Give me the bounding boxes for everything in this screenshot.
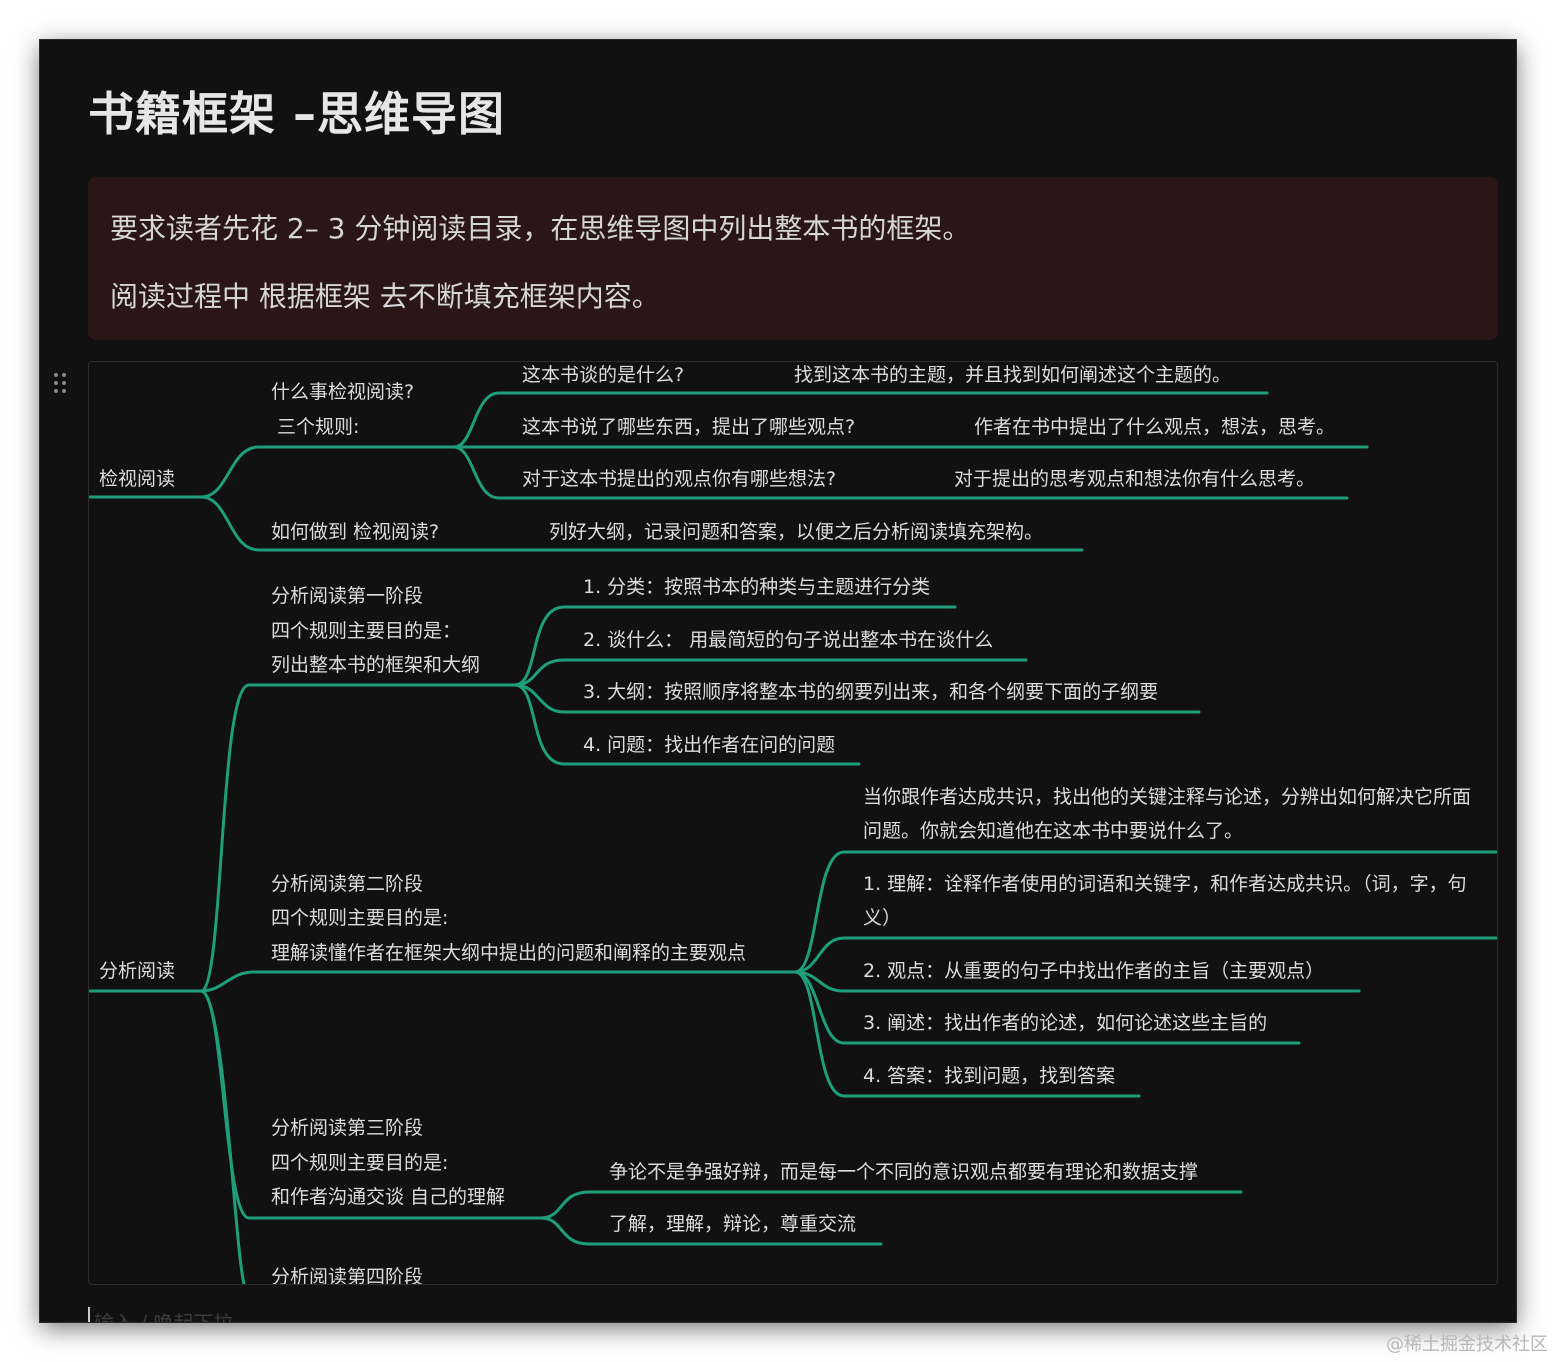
node-stage3-title[interactable]: 分析阅读第三阶段 xyxy=(271,1115,423,1141)
node-stage2-intro-2[interactable]: 问题。你就会知道他在这本书中要说什么了。 xyxy=(863,818,1243,844)
branch-what xyxy=(199,445,456,499)
node-answer-3[interactable]: 对于提出的思考观点和想法你有什么思考。 xyxy=(954,466,1315,492)
node-stage2-title[interactable]: 分析阅读第二阶段 xyxy=(271,871,423,897)
node-how-inspect[interactable]: 如何做到 检视阅读? xyxy=(271,519,439,545)
node-what-is-inspect[interactable]: 什么事检视阅读? xyxy=(271,379,414,405)
node-stage1-rule-4[interactable]: 4. 问题：找出作者在问的问题 xyxy=(583,732,835,758)
callout-line-2: 阅读过程中 根据框架 去不断填充框架内容。 xyxy=(110,280,660,313)
node-stage4-title[interactable]: 分析阅读第四阶段 xyxy=(271,1264,423,1284)
block-drag-handle-icon[interactable] xyxy=(48,370,72,400)
node-stage2-rule-3[interactable]: 3. 阐述：找出作者的论述，如何论述这些主旨的 xyxy=(863,1010,1267,1036)
node-stage1-purpose[interactable]: 四个规则主要目的是： xyxy=(271,618,461,644)
node-how-answer[interactable]: 列好大纲，记录问题和答案，以便之后分析阅读填充架构。 xyxy=(549,519,1043,545)
node-stage1-rule-1[interactable]: 1. 分类：按照书本的种类与主题进行分类 xyxy=(583,574,930,600)
node-stage2-rule-2[interactable]: 2. 观点：从重要的句子中找出作者的主旨（主要观点） xyxy=(863,958,1324,984)
notion-page-window: 书籍框架 –思维导图 要求读者先花 2– 3 分钟阅读目录，在思维导图中列出整本… xyxy=(40,40,1516,1322)
branch-stage2 xyxy=(199,970,797,993)
node-stage2-purpose[interactable]: 四个规则主要目的是: xyxy=(271,905,448,931)
node-answer-2[interactable]: 作者在书中提出了什么观点，想法，思考。 xyxy=(974,414,1335,440)
input-placeholder: 输入 / 唤起下拉 xyxy=(94,1307,233,1322)
node-analytic-reading[interactable]: 分析阅读 xyxy=(99,958,175,984)
node-stage2-rule-1-cont[interactable]: 义） xyxy=(863,905,901,931)
node-stage1-rule-3[interactable]: 3. 大纲：按照顺序将整本书的纲要列出来，和各个纲要下面的子纲要 xyxy=(583,679,1158,705)
node-question-3[interactable]: 对于这本书提出的观点你有哪些想法? xyxy=(522,466,836,492)
node-stage2-rule-1[interactable]: 1. 理解：诠释作者使用的词语和关键字，和作者达成共识。（词，字，句 xyxy=(863,871,1467,897)
node-question-2[interactable]: 这本书说了哪些东西，提出了哪些观点? xyxy=(522,414,855,440)
mindmap-canvas[interactable]: 检视阅读 什么事检视阅读? 三个规则: 这本书谈的是什么? 找到这本书的主题，并… xyxy=(88,361,1498,1285)
node-stage2-rule-4[interactable]: 4. 答案：找到问题，找到答案 xyxy=(863,1063,1115,1089)
watermark: @稀土掘金技术社区 xyxy=(1386,1334,1548,1355)
callout-line-1: 要求读者先花 2– 3 分钟阅读目录，在思维导图中列出整本书的框架。 xyxy=(110,212,971,245)
node-three-rules[interactable]: 三个规则: xyxy=(277,414,359,440)
node-stage3-goal[interactable]: 和作者沟通交谈 自己的理解 xyxy=(271,1184,505,1210)
mindmap-branches xyxy=(89,391,1497,1284)
node-stage3-rule-2[interactable]: 了解，理解，辩论，尊重交流 xyxy=(609,1211,856,1237)
text-caret xyxy=(88,1307,90,1322)
branch-stage4 xyxy=(199,989,246,1284)
node-answer-1[interactable]: 找到这本书的主题，并且找到如何阐述这个主题的。 xyxy=(794,362,1231,388)
node-stage3-rule-1[interactable]: 争论不是争强好辩，而是每一个不同的意识观点都要有理论和数据支撑 xyxy=(609,1159,1198,1185)
new-block-input[interactable]: 输入 / 唤起下拉 xyxy=(88,1303,688,1322)
node-stage1-goal[interactable]: 列出整本书的框架和大纲 xyxy=(271,652,480,678)
page-title: 书籍框架 –思维导图 xyxy=(88,87,506,141)
node-inspect-reading[interactable]: 检视阅读 xyxy=(99,466,175,492)
node-question-1[interactable]: 这本书谈的是什么? xyxy=(522,362,684,388)
node-stage2-intro-1[interactable]: 当你跟作者达成共识，找出他的关键注释与论述，分辨出如何解决它所面 xyxy=(863,784,1471,810)
callout-block[interactable]: 要求读者先花 2– 3 分钟阅读目录，在思维导图中列出整本书的框架。 阅读过程中… xyxy=(88,177,1498,340)
node-stage1-rule-2[interactable]: 2. 谈什么： 用最简短的句子说出整本书在谈什么 xyxy=(583,627,993,653)
node-stage2-goal[interactable]: 理解读懂作者在框架大纲中提出的问题和阐释的主要观点 xyxy=(271,940,746,966)
node-stage3-purpose[interactable]: 四个规则主要目的是: xyxy=(271,1150,448,1176)
node-stage1-title[interactable]: 分析阅读第一阶段 xyxy=(271,583,423,609)
